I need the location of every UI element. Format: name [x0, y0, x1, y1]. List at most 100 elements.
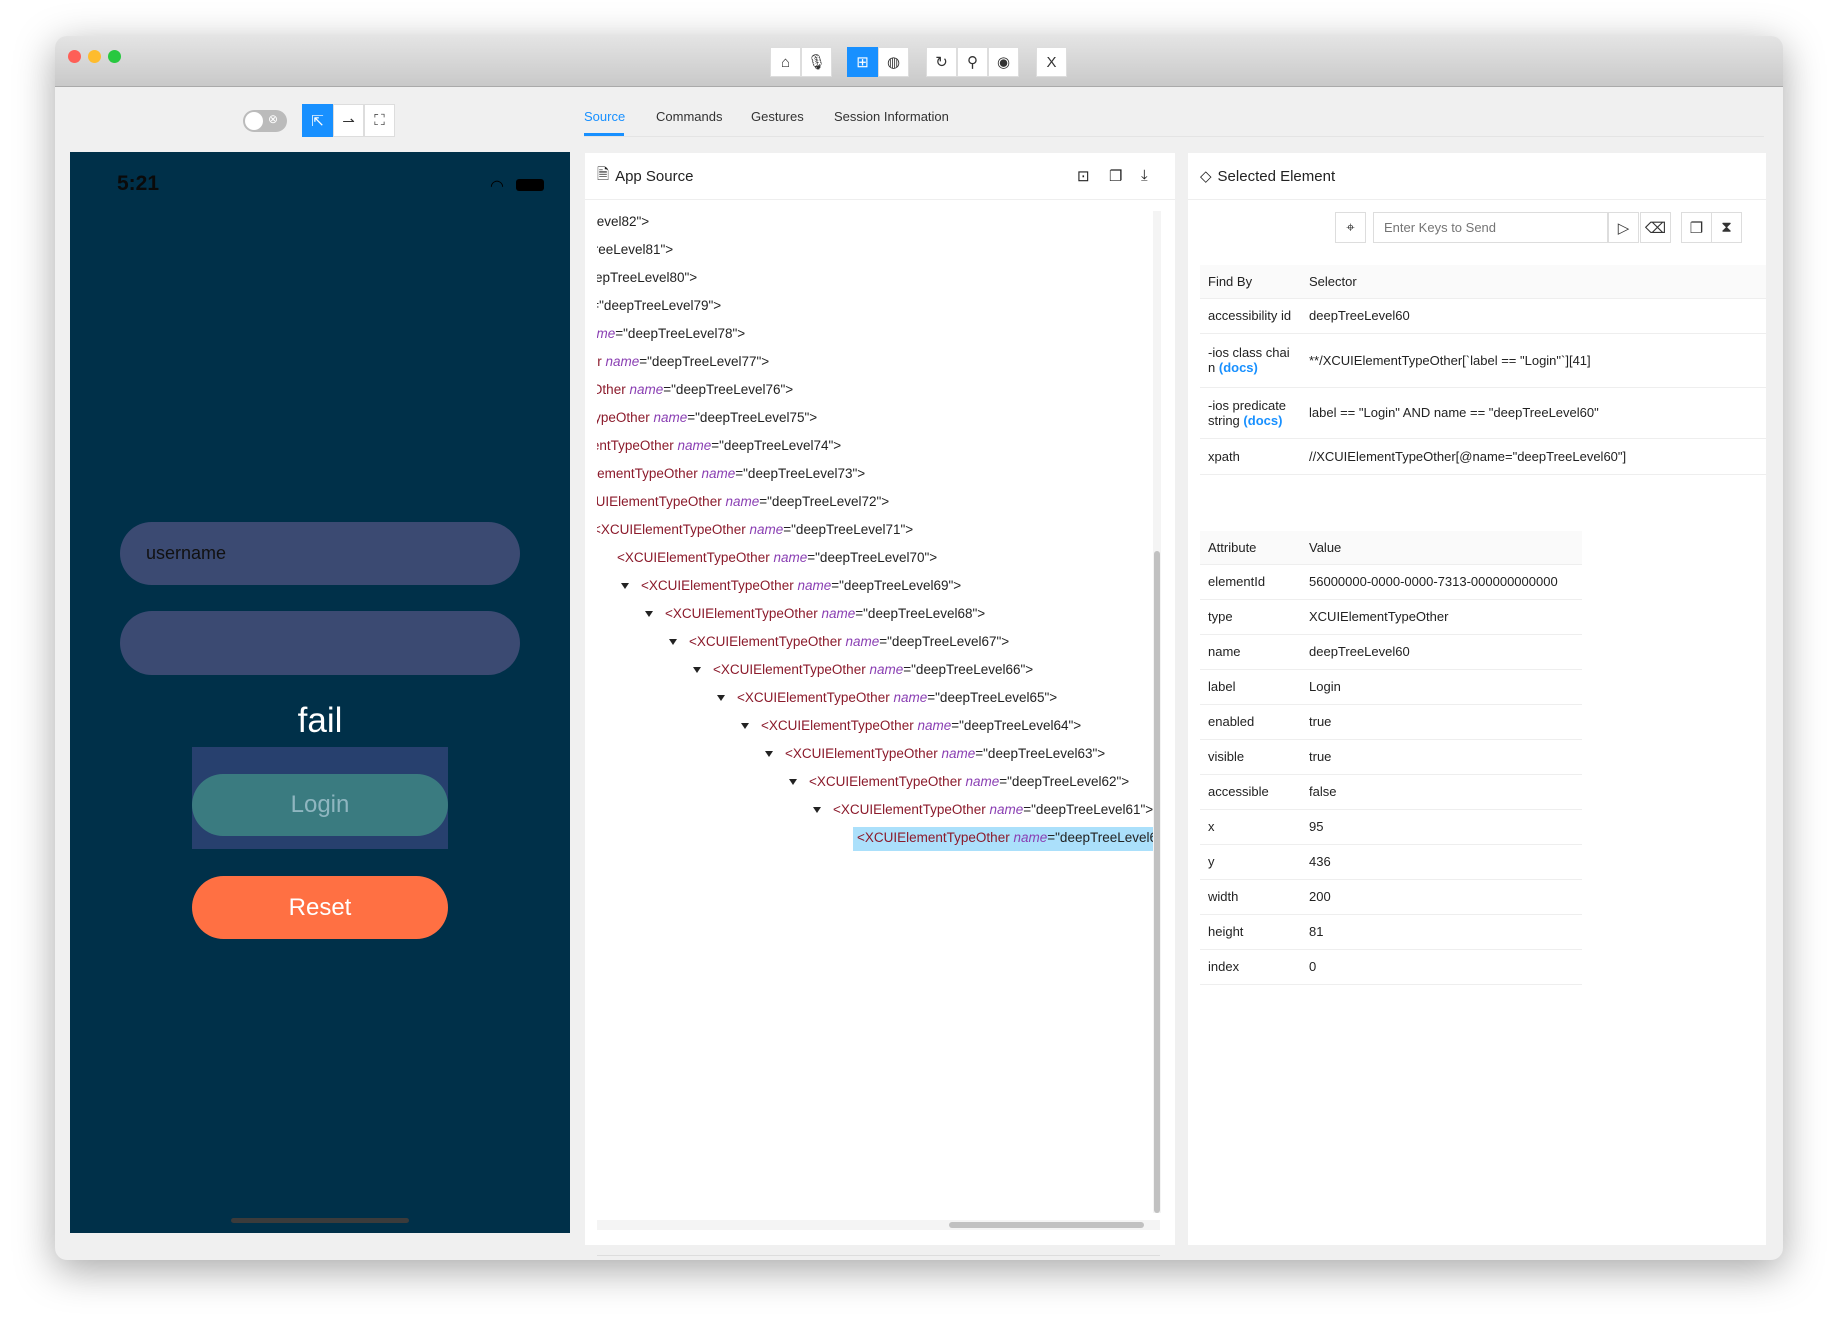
tree-node[interactable]: <XCUIElementTypeOther name="deepTreeLeve… — [669, 631, 1009, 653]
selected-element-title: Selected Element — [1217, 167, 1336, 185]
tree-node[interactable]: <XCUIElementTypeOther name="deepTreeLeve… — [853, 827, 1153, 851]
status-label: fail — [297, 701, 343, 740]
close-circle-icon: ⊗ — [268, 112, 279, 126]
app-source-title: App Source — [615, 167, 694, 185]
zoom-window-button[interactable] — [108, 50, 121, 63]
tree-node[interactable]: <XCUIElementTypeOther name="deepTreeLeve… — [597, 547, 937, 569]
close-window-button[interactable] — [68, 50, 81, 63]
tree-node[interactable]: <XCUIElementTypeOther name="deepTreeLeve… — [597, 379, 793, 401]
docs-link[interactable]: (docs) — [1243, 413, 1282, 428]
battery-icon — [516, 179, 544, 191]
close-session-button[interactable]: X — [1036, 47, 1067, 77]
grid-icon[interactable]: ⊞ — [847, 47, 878, 77]
tree-node[interactable]: <XCUIElementTypeOther name="deepTreeLeve… — [597, 519, 913, 541]
screenshot-region-icon[interactable]: ⛶ — [364, 104, 395, 137]
attribute-name: index — [1200, 949, 1301, 985]
attribute-name: visible — [1200, 739, 1301, 775]
tab-source[interactable]: Source — [584, 109, 625, 124]
locate-icon[interactable]: ⌖ — [1335, 212, 1366, 243]
attribute-row: elementId 56000000-0000-0000-7313-0000000… — [1200, 564, 1582, 600]
send-icon[interactable]: ▷ — [1608, 212, 1639, 243]
expand-triangle-icon[interactable] — [717, 695, 725, 702]
tree-node[interactable]: <XCUIElementTypeOther name="deepTreeLeve… — [597, 351, 769, 373]
tree-node[interactable]: <XCUIElementTypeOther name="deepTreeLeve… — [741, 715, 1081, 737]
tree-node[interactable]: <XCUIElementTypeOther name="deepTreeLeve… — [693, 659, 1033, 681]
selector-header: Selector — [1301, 265, 1766, 299]
username-field[interactable]: username — [120, 522, 520, 585]
tree-node[interactable]: <XCUIElementTypeOther name="deepTreeLeve… — [597, 239, 673, 261]
expand-triangle-icon[interactable] — [645, 611, 653, 618]
tree-node[interactable]: <XCUIElementTypeOther name="deepTreeLeve… — [645, 603, 985, 625]
select-element-icon[interactable]: ⇱ — [302, 104, 333, 137]
tree-node[interactable]: <XCUIElementTypeOther name="deepTreeLeve… — [597, 407, 817, 429]
find-by-header: Find By — [1200, 265, 1301, 299]
attribute-value: deepTreeLevel60 — [1301, 634, 1582, 670]
terminal-icon[interactable]: ⊡ — [1077, 167, 1090, 185]
tree-node[interactable]: <XCUIElementTypeOther name="deepTreeLeve… — [717, 687, 1057, 709]
find-row: -ios predicate string (docs) label == "Lo… — [1200, 387, 1766, 439]
expand-triangle-icon[interactable] — [741, 723, 749, 730]
password-field[interactable] — [120, 611, 520, 675]
microphone-icon[interactable]: 🎙 — [801, 47, 832, 77]
attribute-row: x 95 — [1200, 809, 1582, 845]
tree-node[interactable]: <XCUIElementTypeOther name="deepTreeLeve… — [765, 743, 1105, 765]
tree-node[interactable]: <XCUIElementTypeOther name="deepTreeLeve… — [597, 323, 745, 345]
file-icon: 🗎 — [597, 165, 610, 183]
selected-element-panel: ◇ Selected Element ⌖ ▷ ⌫ ❐ ⧗ Find BySele… — [1188, 153, 1766, 1245]
refresh-icon[interactable]: ↻ — [926, 47, 957, 77]
device-screen[interactable]: 5:21 ◠ username fail Login Reset — [70, 152, 570, 1233]
clear-icon[interactable]: ⌫ — [1640, 212, 1671, 243]
attribute-value: 0 — [1301, 949, 1582, 985]
search-icon[interactable]: ⚲ — [957, 47, 988, 77]
copy-icon[interactable]: ❐ — [1109, 167, 1122, 185]
tree-node[interactable]: <XCUIElementTypeOther name="deepTreeLeve… — [597, 491, 889, 513]
reset-button[interactable]: Reset — [192, 876, 448, 939]
attribute-name: name — [1200, 634, 1301, 670]
docs-link[interactable]: (docs) — [1219, 360, 1258, 375]
attribute-value: 81 — [1301, 914, 1582, 950]
source-tree[interactable]: <XCUIElementTypeOther name="deepTreeLeve… — [597, 211, 1153, 1215]
hourglass-icon[interactable]: ⧗ — [1711, 212, 1742, 243]
tag-icon: ◇ — [1200, 168, 1212, 185]
tree-node[interactable]: <XCUIElementTypeOther name="deepTreeLeve… — [621, 575, 961, 597]
tab-commands[interactable]: Commands — [656, 109, 722, 124]
expand-triangle-icon[interactable] — [765, 751, 773, 758]
copy-attributes-icon[interactable]: ❐ — [1681, 212, 1712, 243]
expand-triangle-icon[interactable] — [669, 639, 677, 646]
globe-icon[interactable]: ◍ — [878, 47, 909, 77]
wifi-icon: ◠ — [490, 178, 504, 195]
tree-node[interactable]: <XCUIElementTypeOther name="deepTreeLeve… — [789, 771, 1129, 793]
attribute-row: y 436 — [1200, 844, 1582, 880]
vertical-scrollbar[interactable] — [1153, 211, 1161, 1213]
attribute-value: Login — [1301, 669, 1582, 705]
app-source-header: 🗎 App Source ⊡ ❐ ⤓ — [585, 153, 1175, 200]
minimize-window-button[interactable] — [88, 50, 101, 63]
eye-icon[interactable]: ◉ — [988, 47, 1019, 77]
find-row: xpath//XCUIElementTypeOther[@name="deepT… — [1200, 438, 1766, 475]
tree-node[interactable]: <XCUIElementTypeOther name="deepTreeLeve… — [597, 295, 721, 317]
send-keys-input[interactable] — [1373, 212, 1608, 243]
tree-node[interactable]: <XCUIElementTypeOther name="deepTreeLeve… — [597, 211, 649, 233]
attribute-name: enabled — [1200, 704, 1301, 740]
toggle-switch[interactable]: ⊗ — [243, 110, 287, 132]
attribute-value: 200 — [1301, 879, 1582, 915]
expand-triangle-icon[interactable] — [789, 779, 797, 786]
tab-session-information[interactable]: Session Information — [834, 109, 949, 124]
expand-triangle-icon[interactable] — [693, 667, 701, 674]
swipe-icon[interactable]: ⇀ — [333, 104, 364, 137]
expand-triangle-icon[interactable] — [813, 807, 821, 814]
attribute-name: type — [1200, 599, 1301, 635]
tab-gestures[interactable]: Gestures — [751, 109, 804, 124]
attribute-name: elementId — [1200, 564, 1301, 600]
expand-triangle-icon[interactable] — [621, 583, 629, 590]
horizontal-scrollbar[interactable] — [597, 1220, 1160, 1230]
tree-node[interactable]: <XCUIElementTypeOther name="deepTreeLeve… — [813, 799, 1153, 821]
tree-node[interactable]: <XCUIElementTypeOther name="deepTreeLeve… — [597, 463, 865, 485]
home-icon[interactable]: ⌂ — [770, 47, 801, 77]
download-icon[interactable]: ⤓ — [1141, 167, 1148, 184]
attribute-value: 436 — [1301, 844, 1582, 880]
tree-node[interactable]: <XCUIElementTypeOther name="deepTreeLeve… — [597, 435, 841, 457]
login-button[interactable]: Login — [192, 774, 448, 836]
tree-node[interactable]: <XCUIElementTypeOther name="deepTreeLeve… — [597, 267, 697, 289]
attribute-name: x — [1200, 809, 1301, 845]
